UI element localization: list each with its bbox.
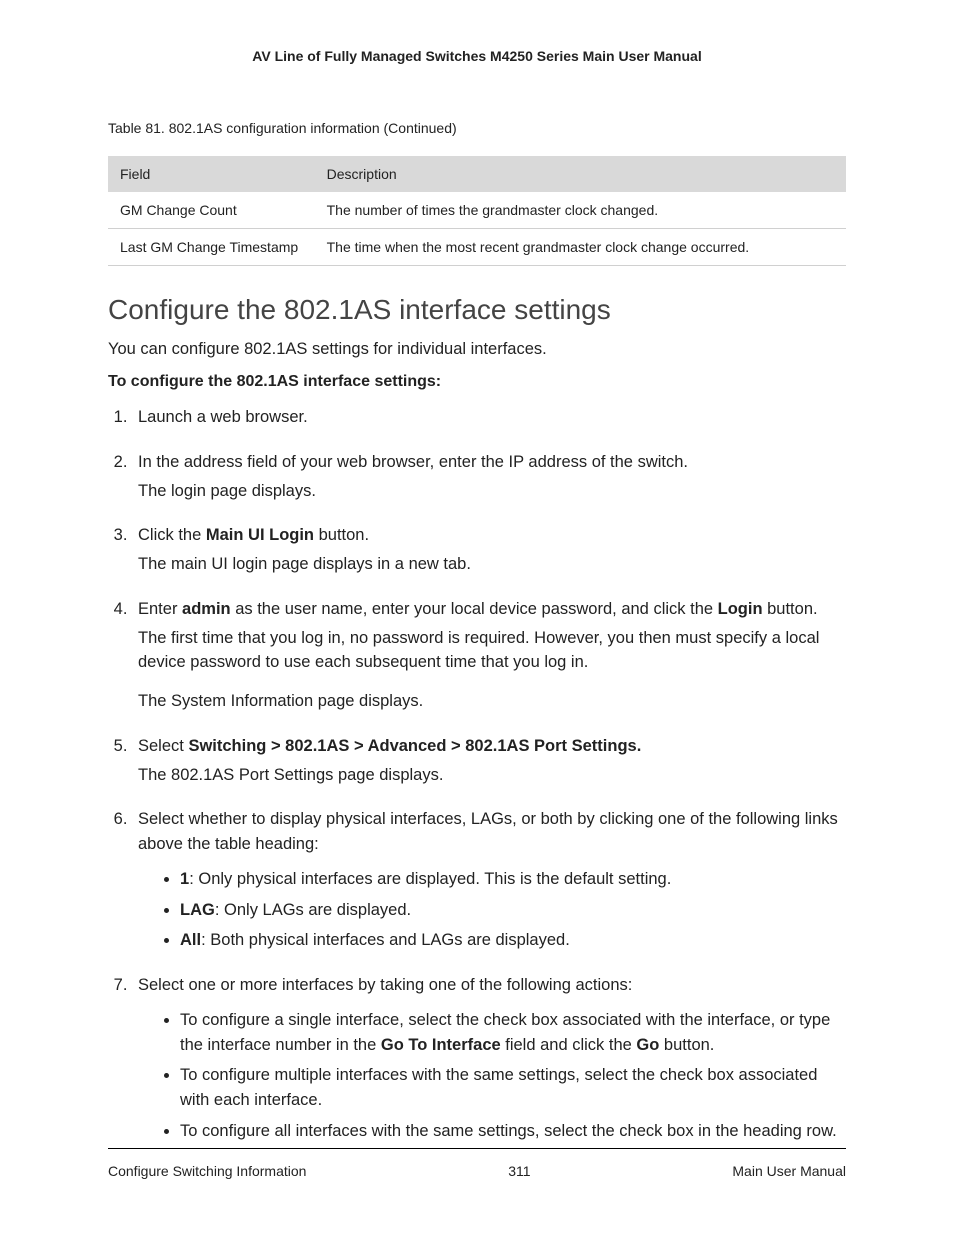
cell-field: GM Change Count [108,192,315,229]
step-4: Enter admin as the user name, enter your… [132,597,846,714]
item-text: : Only physical interfaces are displayed… [189,870,671,888]
step-text: Click the [138,526,206,544]
step-subtext: The login page displays. [138,479,846,504]
step-3: Click the Main UI Login button. The main… [132,523,846,577]
footer-left: Configure Switching Information [108,1163,306,1179]
step-2: In the address field of your web browser… [132,450,846,504]
item-text: To configure multiple interfaces with th… [180,1066,817,1109]
cell-desc: The number of times the grandmaster cloc… [315,192,846,229]
list-item: LAG: Only LAGs are displayed. [180,898,846,923]
step-text: In the address field of your web browser… [138,453,688,471]
step-1: Launch a web browser. [132,405,846,430]
bold-text: Main UI Login [206,526,314,544]
footer-page-number: 311 [508,1163,530,1179]
step-5: Select Switching > 802.1AS > Advanced > … [132,734,846,788]
document-header: AV Line of Fully Managed Switches M4250 … [108,48,846,64]
list-item: All: Both physical interfaces and LAGs a… [180,928,846,953]
step-subtext: The System Information page displays. [138,689,846,714]
bold-text: Go [636,1036,659,1054]
item-text: field and click the [501,1036,637,1054]
list-item: To configure a single interface, select … [180,1008,846,1058]
list-item: 1: Only physical interfaces are displaye… [180,867,846,892]
step-text: as the user name, enter your local devic… [231,600,718,618]
bullet-list: 1: Only physical interfaces are displaye… [138,867,846,953]
item-text: : Only LAGs are displayed. [215,901,411,919]
intro-paragraph: You can configure 802.1AS settings for i… [108,340,846,359]
bold-text: LAG [180,901,215,919]
step-7: Select one or more interfaces by taking … [132,973,846,1144]
bold-text: 1 [180,870,189,888]
list-item: To configure multiple interfaces with th… [180,1063,846,1113]
item-text: : Both physical interfaces and LAGs are … [201,931,570,949]
step-text: Select one or more interfaces by taking … [138,976,632,994]
table-row: GM Change Count The number of times the … [108,192,846,229]
list-item: To configure all interfaces with the sam… [180,1119,846,1144]
config-info-table: Field Description GM Change Count The nu… [108,156,846,266]
footer-right: Main User Manual [732,1163,846,1179]
procedure-subheading: To configure the 802.1AS interface setti… [108,373,846,391]
bullet-list: To configure a single interface, select … [138,1008,846,1144]
item-text: To configure all interfaces with the sam… [180,1122,837,1140]
step-text: Enter [138,600,182,618]
step-text: Select whether to display physical inter… [138,810,838,853]
steps-list: Launch a web browser. In the address fie… [108,405,846,1144]
bold-text: Go To Interface [381,1036,501,1054]
table-row: Last GM Change Timestamp The time when t… [108,229,846,266]
item-text: button. [659,1036,714,1054]
step-text: button. [314,526,369,544]
table-caption: Table 81. 802.1AS configuration informat… [108,120,846,136]
bold-text: Switching > 802.1AS > Advanced > 802.1AS… [188,737,641,755]
bold-text: admin [182,600,231,618]
page-footer: Configure Switching Information 311 Main… [108,1148,846,1179]
th-field: Field [108,156,315,192]
bold-text: Login [718,600,763,618]
cell-desc: The time when the most recent grandmaste… [315,229,846,266]
section-heading: Configure the 802.1AS interface settings [108,294,846,326]
th-description: Description [315,156,846,192]
table-header-row: Field Description [108,156,846,192]
cell-field: Last GM Change Timestamp [108,229,315,266]
step-text: Launch a web browser. [138,408,308,426]
step-6: Select whether to display physical inter… [132,807,846,953]
step-subtext: The first time that you log in, no passw… [138,626,846,676]
bold-text: All [180,931,201,949]
step-subtext: The main UI login page displays in a new… [138,552,846,577]
page: AV Line of Fully Managed Switches M4250 … [0,0,954,1235]
step-text: Select [138,737,188,755]
step-text: button. [763,600,818,618]
step-subtext: The 802.1AS Port Settings page displays. [138,763,846,788]
